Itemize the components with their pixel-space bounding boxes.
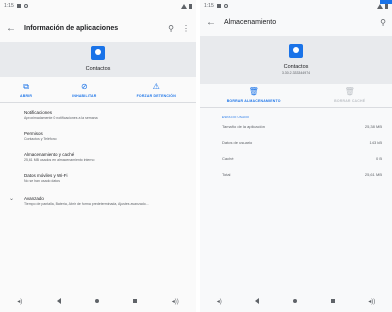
storage-screen: 1:15 ← Almacenamiento ⚲ Contactos 3.30.2…	[200, 0, 392, 312]
app-bar: ← Información de aplicaciones ⚲ ⋮	[0, 14, 196, 42]
back-nav-icon[interactable]	[56, 298, 61, 304]
clear-storage-button[interactable]: 🗑 BORRAR ALMACENAMIENTO	[227, 87, 281, 104]
back-arrow-icon[interactable]: ←	[206, 17, 224, 28]
open-button[interactable]: ⧉ ABRIR	[20, 82, 32, 99]
app-name: Contactos	[85, 66, 111, 72]
open-icon: ⧉	[23, 82, 29, 91]
more-vert-icon[interactable]: ⋮	[182, 24, 190, 33]
volume-down-icon[interactable]: ◂)	[17, 298, 22, 305]
page-title: Información de aplicaciones	[24, 24, 119, 32]
app-info-screen: 1:15 ← Información de aplicaciones ⚲ ⋮ C…	[0, 0, 196, 312]
storage-row: Datos de usuario 143 kB	[222, 140, 382, 145]
section-header: ESPACIO USADO	[222, 115, 250, 119]
mobile-data-item[interactable]: Datos móviles y Wi-Fi No se han usado da…	[24, 173, 190, 183]
back-arrow-icon[interactable]: ←	[6, 23, 24, 34]
chevron-down-icon[interactable]: ⌄	[9, 195, 14, 202]
disable-button[interactable]: ⊘ INHABILITAR	[72, 82, 96, 99]
search-icon[interactable]: ⚲	[380, 18, 386, 27]
warning-icon: ⚠	[152, 82, 160, 91]
sync-icon	[23, 4, 28, 8]
storage-row: Tamaño de la aplicación 25,38 MB	[222, 124, 382, 129]
app-name: Contactos	[283, 64, 309, 70]
clear-cache-button[interactable]: 🗑 BORRAR CACHÉ	[334, 87, 365, 104]
notifications-item[interactable]: Notificaciones Aproximadamente 0 notific…	[24, 110, 190, 120]
delete-icon: 🗑	[248, 87, 259, 96]
divider	[200, 107, 392, 108]
app-bar: ← Almacenamiento ⚲	[200, 8, 392, 36]
divider	[0, 102, 196, 103]
storage-row: Total 25,61 MB	[222, 172, 382, 177]
disable-icon: ⊘	[80, 82, 88, 91]
storage-item[interactable]: Almacenamiento y caché 25,61 MB usados e…	[24, 152, 190, 162]
nav-bar: ◂) ◂))	[200, 290, 392, 312]
app-header: Contactos	[0, 42, 196, 77]
app-version: 3.30.2.333344974	[281, 71, 311, 75]
app-header: Contactos 3.30.2.333344974	[200, 36, 392, 84]
volume-up-icon[interactable]: ◂))	[172, 298, 179, 305]
status-bar: 1:15	[0, 0, 196, 12]
contacts-icon	[91, 46, 105, 60]
action-buttons: 🗑 BORRAR ALMACENAMIENTO 🗑 BORRAR CACHÉ	[200, 87, 392, 104]
contacts-icon	[289, 44, 303, 58]
status-time: 1:15	[4, 3, 14, 9]
search-icon[interactable]: ⚲	[168, 24, 174, 33]
wifi-icon	[181, 3, 187, 9]
permissions-item[interactable]: Permisos Contactos y Teléfono	[24, 131, 190, 141]
notification-icon	[16, 4, 21, 8]
advanced-item[interactable]: Avanzado Tiempo de pantalla, Batería, Ab…	[24, 196, 190, 206]
battery-icon	[189, 3, 192, 9]
page-title: Almacenamiento	[224, 18, 277, 26]
home-nav-icon[interactable]	[293, 299, 297, 303]
volume-up-icon[interactable]: ◂))	[368, 298, 375, 305]
recents-nav-icon[interactable]	[330, 299, 335, 303]
action-buttons: ⧉ ABRIR ⊘ INHABILITAR ⚠ FORZAR DETENCIÓN	[0, 82, 196, 99]
back-nav-icon[interactable]	[255, 298, 260, 304]
delete-icon: 🗑	[344, 87, 355, 96]
storage-row: Caché 0 B	[222, 156, 382, 161]
volume-down-icon[interactable]: ◂)	[217, 298, 222, 305]
force-stop-button[interactable]: ⚠ FORZAR DETENCIÓN	[137, 82, 176, 99]
home-nav-icon[interactable]	[94, 299, 99, 303]
nav-bar: ◂) ◂))	[0, 290, 196, 312]
recents-nav-icon[interactable]	[133, 299, 138, 303]
